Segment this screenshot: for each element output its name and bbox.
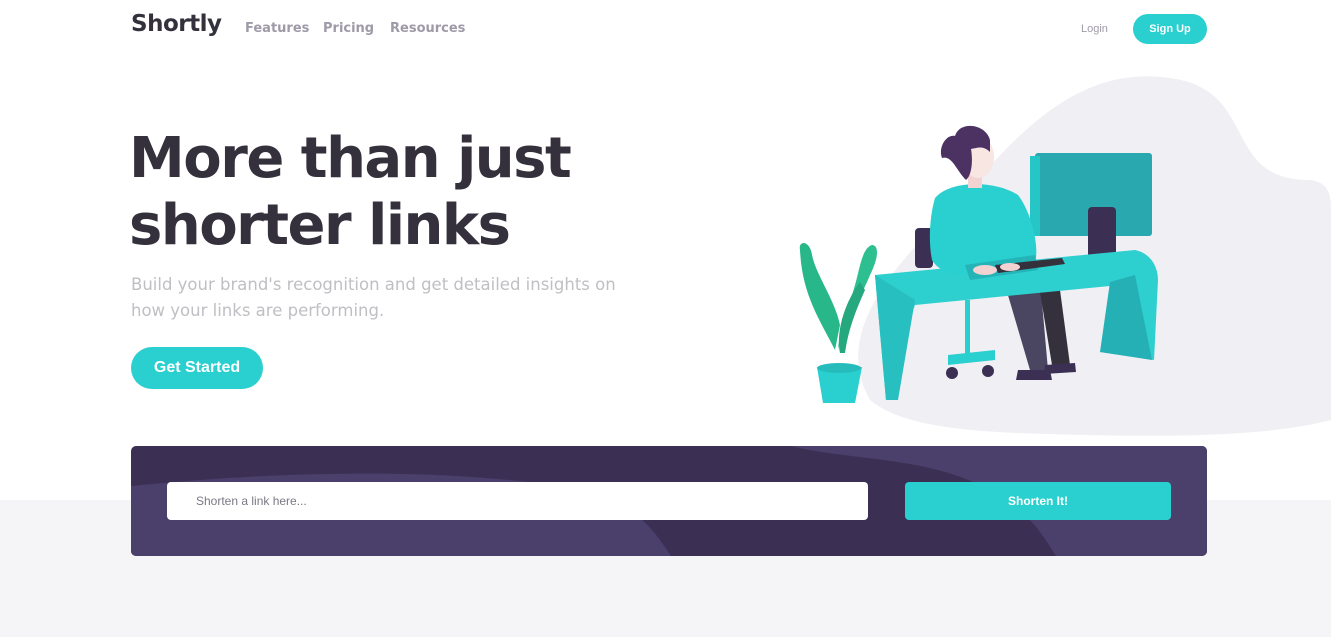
shorten-it-button[interactable]: Shorten It!: [905, 482, 1171, 520]
sign-up-button[interactable]: Sign Up: [1133, 14, 1207, 44]
working-person-illustration: [799, 76, 1331, 436]
nav-link-pricing[interactable]: Pricing: [323, 21, 374, 36]
hero-headline-line2: shorter links: [129, 193, 511, 258]
hero-subtext: Build your brand's recognition and get d…: [131, 275, 616, 320]
shorten-panel: Shorten It!: [131, 446, 1207, 556]
hero-headline: More than just shorter links: [129, 125, 649, 259]
login-link[interactable]: Login: [1081, 23, 1108, 35]
shorten-link-input[interactable]: [167, 482, 868, 520]
nav-link-resources[interactable]: Resources: [390, 21, 465, 36]
hero-headline-line1: More than just: [129, 126, 572, 191]
nav-link-features[interactable]: Features: [245, 21, 309, 36]
logo[interactable]: Shortly: [131, 11, 222, 37]
get-started-button[interactable]: Get Started: [131, 347, 263, 389]
